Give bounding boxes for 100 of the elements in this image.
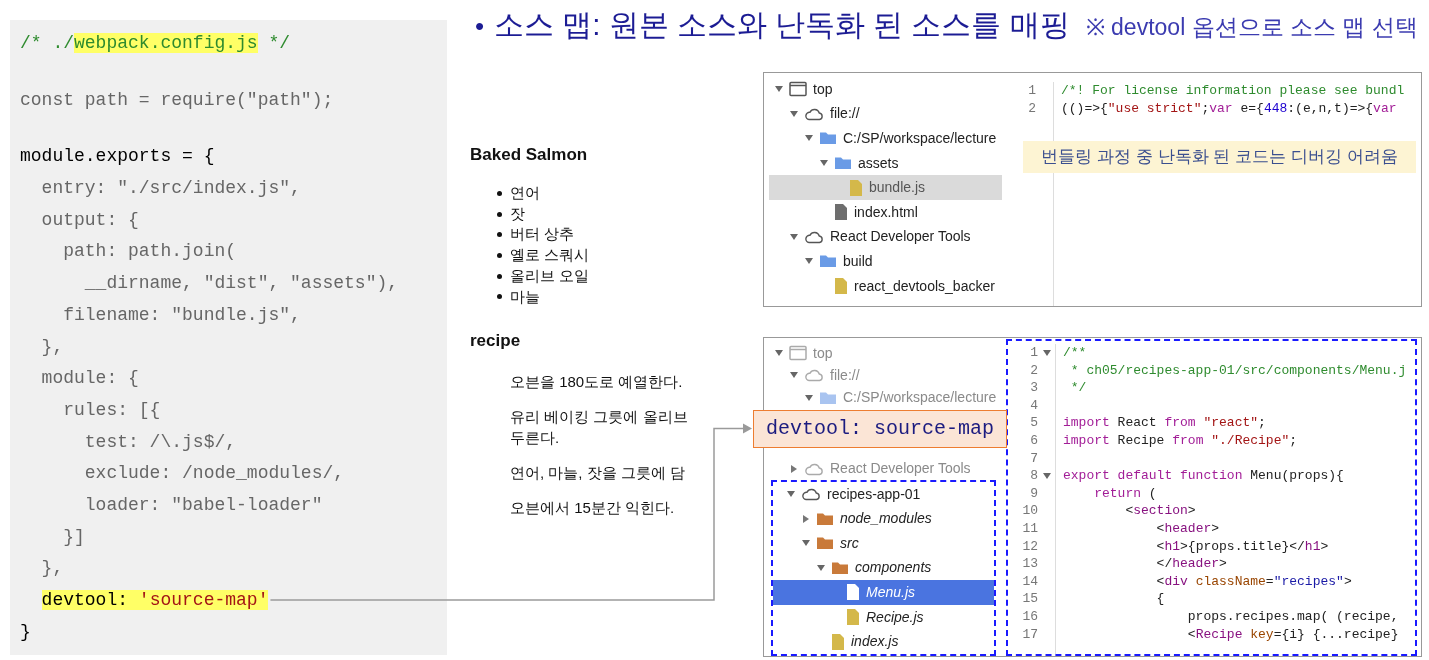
line-number: 2: [1027, 99, 1036, 118]
tree-item[interactable]: index.js: [773, 629, 994, 654]
file-icon: [846, 583, 860, 602]
section-heading: recipe: [470, 330, 522, 353]
code-line: */: [1069, 379, 1088, 397]
tree-item[interactable]: src: [773, 531, 994, 556]
tree-item[interactable]: recipes-app-01: [773, 481, 994, 507]
line-number: 10: [1021, 502, 1038, 521]
ingredient-text: 올리브 오일: [510, 265, 590, 286]
bullet-text: •: [475, 10, 485, 43]
ingredient-text: 잣: [510, 203, 525, 224]
line-number: 9: [1029, 484, 1038, 503]
line-number: 1: [1027, 82, 1036, 101]
code-line: module: {: [40, 367, 140, 391]
cloud-icon: [804, 368, 824, 383]
code-line: import React from "react";: [1063, 414, 1267, 432]
tree-item[interactable]: top: [769, 77, 1002, 102]
bullet-icon: [497, 252, 502, 258]
code-line: (()=>{"use strict";var e={448:(e,n,t)=>{var: [1061, 99, 1398, 118]
note-banner: 번들링 과정 중 난독화 된 코드는 디버깅 어려움: [1023, 141, 1416, 173]
tree-item[interactable]: file://: [769, 101, 1002, 127]
code-line: </header>: [1155, 555, 1228, 573]
line-number: 16: [1021, 607, 1038, 626]
line-number: 4: [1029, 396, 1038, 415]
code-line: output: {: [40, 208, 140, 232]
line-number: 1: [1029, 344, 1038, 363]
tree-item[interactable]: C:/SP/workspace/lecture: [769, 386, 1002, 409]
line-number: 7: [1029, 449, 1038, 468]
code-line: path: path.join(: [62, 240, 238, 264]
code-line: devtool: 'source-map': [40, 589, 270, 612]
code-line: test: /\.js$/,: [83, 430, 238, 454]
line-number: 13: [1021, 555, 1038, 574]
line-number: 12: [1021, 537, 1038, 556]
code-line: <Recipe key={i} {...recipe}: [1186, 625, 1400, 644]
step-text: 오븐을 180도로 예열한다.: [510, 372, 684, 393]
code-line: exclude: /node_modules/,: [83, 462, 346, 486]
code-line: __dirname, "dist", "assets"),: [83, 272, 400, 296]
code-line: filename: "bundle.js",: [62, 303, 302, 327]
cloud-icon: [804, 229, 824, 244]
tree-item[interactable]: react_devtools_backer: [769, 273, 1002, 299]
code-line: },: [40, 335, 65, 359]
code-line: <h1>{props.title}</h1>: [1155, 537, 1330, 556]
step-text: 연어, 마늘, 잣을 그릇에 담: [510, 463, 686, 484]
bullet-icon: [497, 211, 502, 217]
code-line: /*! For license information please see bundl: [1061, 82, 1406, 100]
code-line: <header>: [1155, 519, 1221, 538]
tree-item[interactable]: index.html: [769, 199, 1002, 225]
tree-item[interactable]: React Developer Tools: [769, 224, 1002, 250]
tree-item[interactable]: components: [773, 555, 994, 581]
ingredient-text: 마늘: [510, 286, 540, 307]
code-line: }: [20, 620, 32, 644]
title-note: ※ devtool 옵션으로 소스 맵 선택: [1085, 13, 1418, 42]
recipe-title: Baked Salmon: [470, 144, 589, 166]
code-line: <section>: [1124, 502, 1197, 520]
step-text: 유리 베이킹 그릇에 올리브 두른다.: [510, 407, 689, 449]
code-line: import Recipe from "./Recipe";: [1063, 431, 1299, 450]
tree-item[interactable]: node_modules: [773, 506, 994, 531]
tree-item[interactable]: top: [769, 342, 1002, 365]
ingredient-text: 옐로 스쿼시: [510, 245, 590, 266]
code-line: }]: [62, 525, 86, 549]
window-icon: [789, 81, 807, 98]
line-number: 3: [1029, 379, 1038, 398]
code-line: },: [40, 557, 65, 581]
code-line: * ch05/recipes-app-01/src/components/Menu.j: [1069, 361, 1408, 380]
line-number: 15: [1021, 590, 1038, 609]
line-number: 2: [1029, 361, 1038, 380]
step-text: 오븐에서 15분간 익힌다.: [510, 498, 676, 519]
tree-item[interactable]: Recipe.js: [773, 604, 994, 630]
code-line: /**: [1063, 344, 1088, 362]
bullet-icon: [497, 294, 502, 300]
line-number: 17: [1021, 625, 1038, 644]
code-line: return (: [1093, 484, 1158, 503]
line-number: 6: [1029, 432, 1038, 450]
code-line: props.recipes.map( (recipe,: [1186, 607, 1400, 626]
window-icon: [789, 345, 807, 362]
cloud-icon: [804, 461, 824, 476]
tree-item[interactable]: bundle.js: [769, 175, 1002, 200]
code-line: <div className="recipes">: [1155, 572, 1353, 591]
code-line: const path = require("path");: [20, 88, 335, 112]
bullet-icon: [497, 190, 502, 196]
bullet-icon: [497, 232, 502, 238]
tree-item[interactable]: C:/SP/workspace/lecture: [769, 126, 1002, 151]
tree-item[interactable]: build: [769, 249, 1002, 274]
tree-item[interactable]: React Developer Tools: [769, 457, 1002, 480]
callout-label: devtool: source-map: [753, 409, 1008, 448]
line-number: 8: [1029, 467, 1038, 486]
line-number: 5: [1029, 414, 1038, 433]
tree-item[interactable]: Menu.js: [773, 580, 994, 605]
code-line: export default function Menu(props){: [1063, 467, 1345, 485]
line-number: 14: [1021, 572, 1038, 591]
tree-item[interactable]: assets: [769, 150, 1002, 176]
bullet-icon: [497, 273, 502, 279]
code-line: rules: [{: [62, 398, 162, 422]
code-line: {: [1155, 590, 1166, 608]
cloud-icon: [801, 487, 821, 502]
line-number: 11: [1021, 520, 1038, 538]
ingredient-text: 연어: [510, 183, 540, 203]
code-line: entry: "./src/index.js",: [40, 177, 302, 201]
slide-title: 소스 맵: 원본 소스와 난독화 된 소스를 매핑: [494, 7, 1070, 43]
code-line: module.exports = {: [20, 145, 216, 169]
